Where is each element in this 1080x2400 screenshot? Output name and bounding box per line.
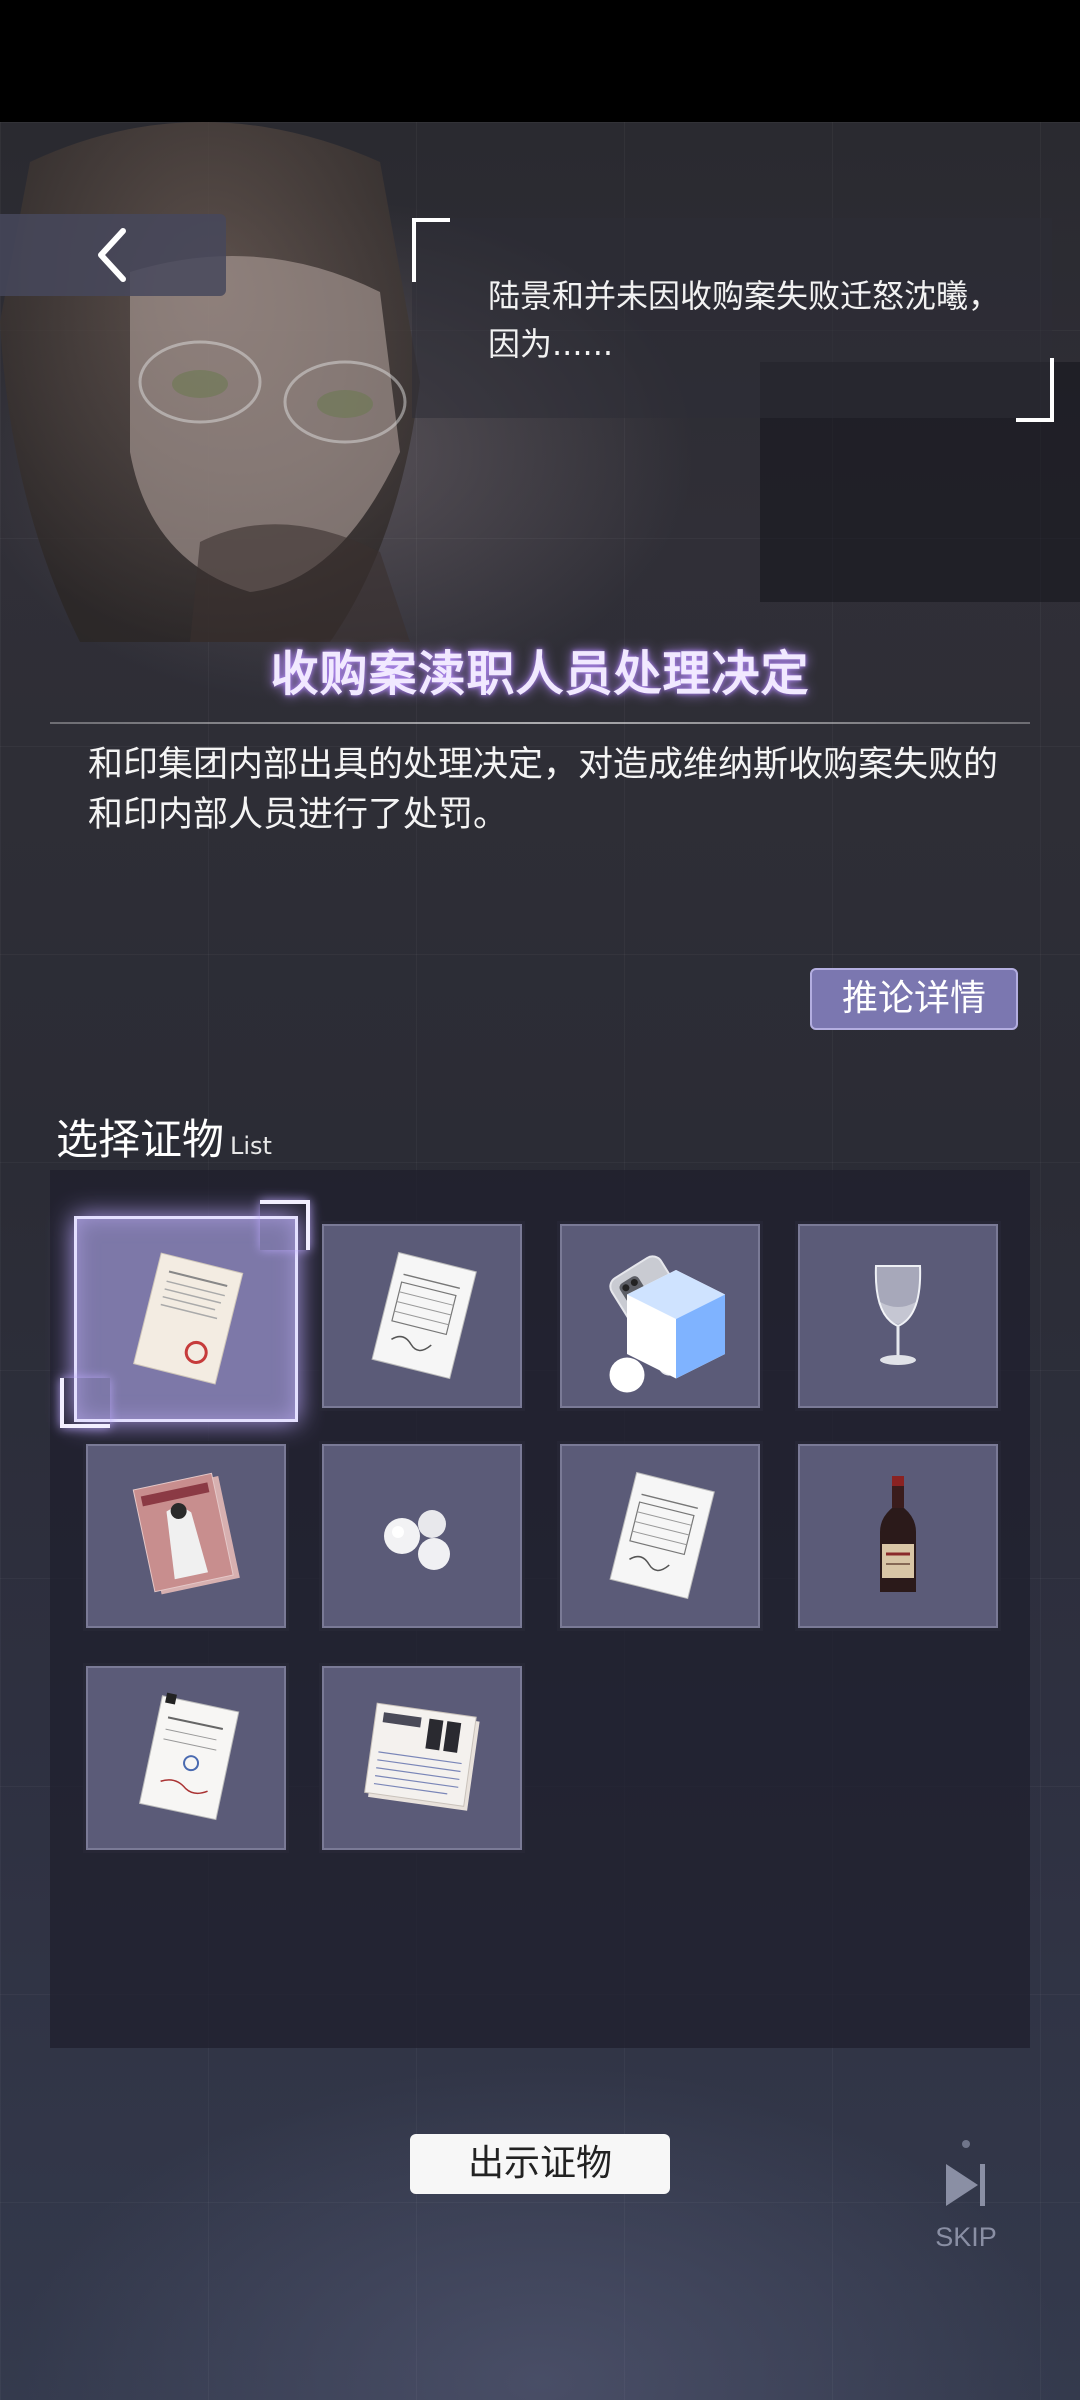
document-title: 收购案渎职人员处理决定 (270, 646, 810, 702)
evidence-slot-2[interactable] (322, 1224, 522, 1408)
chevron-left-icon (98, 228, 126, 282)
dialogue-text: 陆景和并未因收购案失败迁怒沈曦，因为...... (488, 277, 1001, 363)
document-with-stamp-icon (133, 1252, 244, 1385)
magazine-icon (132, 1472, 240, 1595)
evidence-slot-3[interactable] (560, 1224, 760, 1408)
skip-label: SKIP (935, 2222, 997, 2252)
title-divider (50, 722, 1030, 724)
skip-forward-icon (946, 2164, 985, 2206)
cube-icon (609, 1270, 725, 1393)
cotton-balls-icon (384, 1510, 450, 1570)
wine-bottle-icon (880, 1476, 916, 1592)
skip-indicator-dot (962, 2140, 970, 2148)
show-evidence-button[interactable]: 出示证物 (410, 2134, 670, 2194)
selection-corner-bottom-left (60, 1378, 110, 1428)
dialogue-box: 陆景和并未因收购案失败迁怒沈曦，因为...... (412, 218, 1054, 422)
back-button[interactable] (0, 214, 226, 296)
document-02-icon (609, 1471, 715, 1600)
evidence-slot-8[interactable] (798, 1444, 998, 1628)
wine-glass-icon (874, 1265, 922, 1365)
document-01-icon (371, 1251, 477, 1380)
evidence-title: 选择证物 (56, 1115, 225, 1164)
evidence-slot-9[interactable] (86, 1666, 286, 1850)
evidence-slot-6[interactable] (322, 1444, 522, 1628)
document-description: 和印集团内部出具的处理决定，对造成维纳斯收购案失败的和印内部人员进行了处罚。 (88, 745, 999, 835)
evidence-slot-4[interactable] (798, 1224, 998, 1408)
handwritten-note-icon (138, 1692, 240, 1821)
selection-corner-top-right (260, 1200, 310, 1250)
skip-button[interactable]: SKIP (926, 2140, 1006, 2253)
evidence-slot-10[interactable] (322, 1666, 522, 1850)
dialogue-corner-top-left (412, 218, 450, 282)
evidence-slot-5[interactable] (86, 1444, 286, 1628)
deduction-detail-button[interactable]: 推论详情 (810, 968, 1018, 1030)
evidence-subtitle: List (230, 1132, 272, 1160)
evidence-section-title: 选择证物 List (56, 1106, 272, 1167)
evidence-slot-7[interactable] (560, 1444, 760, 1628)
newspaper-icon (364, 1702, 480, 1811)
dialogue-corner-bottom-right (1016, 358, 1054, 422)
